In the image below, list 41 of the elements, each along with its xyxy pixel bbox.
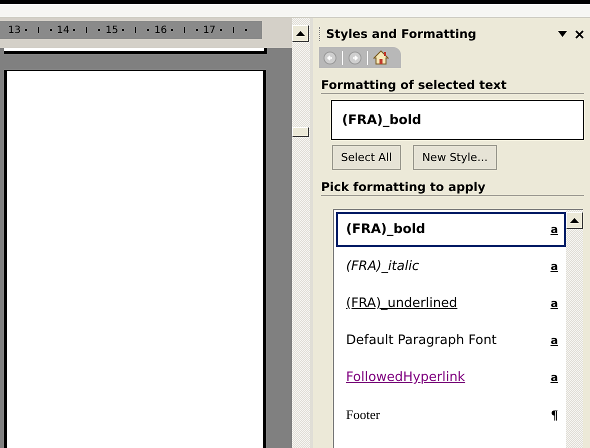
style-name: (FRA)_bold <box>346 222 426 237</box>
close-icon[interactable] <box>575 30 584 38</box>
up-arrow-icon <box>296 31 305 36</box>
style-type-indicator: a <box>550 223 558 236</box>
ruler-number: 13 <box>8 24 21 36</box>
scroll-thumb[interactable] <box>292 127 309 137</box>
dropdown-arrow-icon[interactable] <box>558 31 567 37</box>
style-type-indicator: a <box>550 334 558 347</box>
home-icon[interactable] <box>373 50 389 65</box>
style-name: (FRA)_underlined <box>346 296 458 311</box>
list-scrollbar[interactable] <box>566 210 583 448</box>
style-type-indicator: a <box>550 260 558 273</box>
section-heading: Formatting of selected text <box>321 78 584 94</box>
selected-style-field[interactable]: (FRA)_bold <box>331 100 584 140</box>
style-name: FollowedHyperlink <box>346 370 466 385</box>
ruler-number: 16 <box>154 24 167 36</box>
ruler-number: 14 <box>56 24 70 36</box>
style-type-indicator: ¶ <box>550 406 558 422</box>
vertical-scrollbar[interactable] <box>292 18 313 448</box>
style-list-item[interactable]: (FRA)_bold a <box>336 212 566 247</box>
style-type-indicator: a <box>550 297 558 310</box>
new-style-button[interactable]: New Style... <box>413 145 497 170</box>
scroll-up-button[interactable] <box>292 25 309 42</box>
scroll-up-button[interactable] <box>566 212 583 229</box>
style-name: Footer <box>346 406 380 422</box>
ruler-number: 15 <box>105 24 118 36</box>
section-heading: Pick formatting to apply <box>321 180 584 196</box>
style-list-item[interactable]: Footer ¶ <box>336 397 566 432</box>
style-list-item[interactable]: (FRA)_italic a <box>336 249 566 284</box>
forward-icon[interactable] <box>348 50 362 64</box>
style-list-item[interactable]: (FRA)_underlined a <box>336 286 566 321</box>
style-type-indicator: a <box>550 371 558 384</box>
panel-title: Styles and Formatting <box>326 27 478 41</box>
style-name: Default Paragraph Font <box>346 333 497 348</box>
style-name: (FRA)_italic <box>346 259 420 274</box>
style-list-item[interactable]: Default Paragraph Font a <box>336 323 566 358</box>
back-icon[interactable] <box>323 50 337 64</box>
up-arrow-icon <box>570 218 579 223</box>
select-all-button[interactable]: Select All <box>332 145 402 170</box>
ruler-number: 17 <box>202 24 216 36</box>
style-list-item[interactable]: FollowedHyperlink a <box>336 360 566 395</box>
